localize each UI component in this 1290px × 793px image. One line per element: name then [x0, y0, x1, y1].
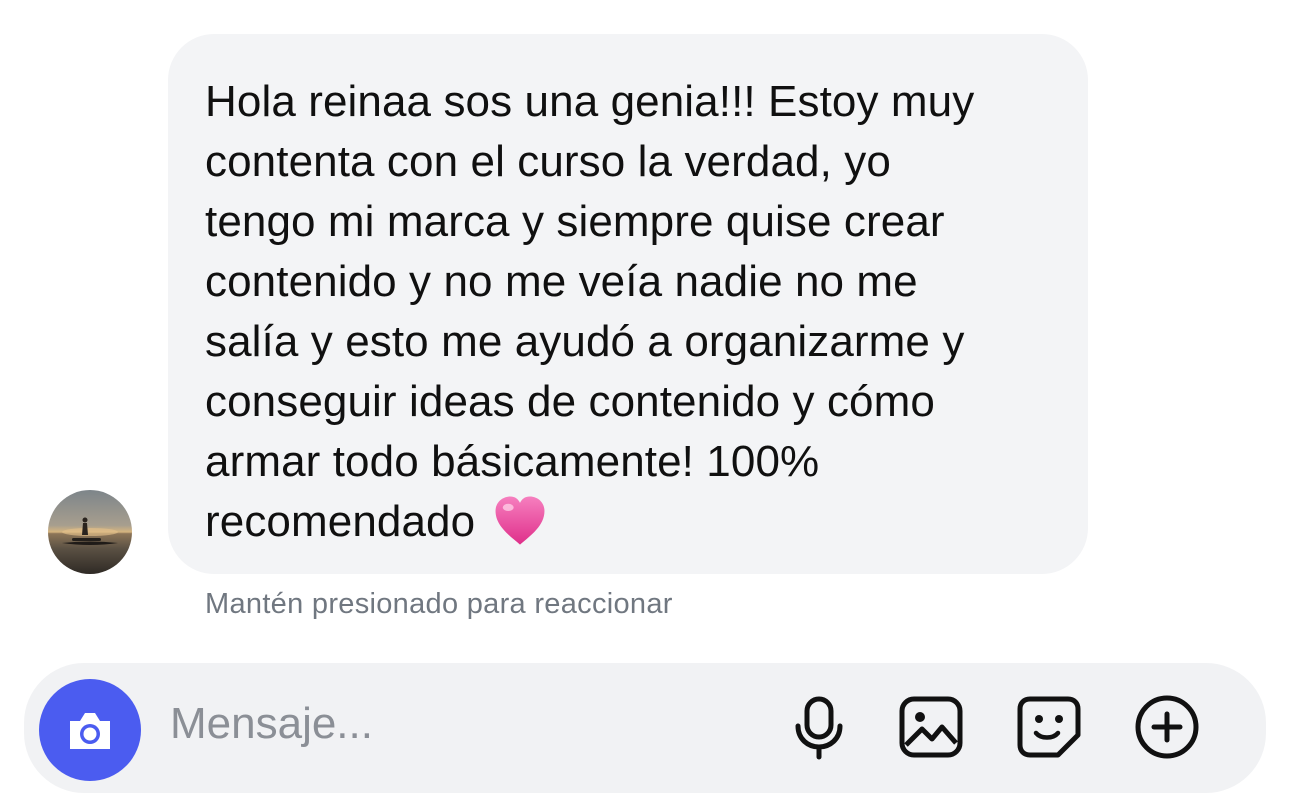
camera-button[interactable]	[39, 679, 141, 781]
message-text: Hola reinaa sos una genia!!! Estoy muy c…	[205, 72, 1058, 552]
pink-heart-emoji	[491, 492, 549, 550]
reaction-hint: Mantén presionado para reaccionar	[205, 588, 673, 620]
gallery-icon[interactable]	[896, 691, 966, 761]
camera-icon	[70, 713, 110, 749]
sender-avatar[interactable]	[48, 490, 132, 574]
message-composer	[24, 663, 1266, 793]
plus-icon[interactable]	[1132, 691, 1202, 761]
avatar-photo	[62, 517, 118, 545]
message-body: Hola reinaa sos una genia!!! Estoy muy c…	[205, 77, 975, 546]
microphone-icon[interactable]	[784, 691, 854, 761]
sticker-icon[interactable]	[1014, 691, 1084, 761]
message-input[interactable]	[170, 699, 770, 749]
message-bubble[interactable]: Hola reinaa sos una genia!!! Estoy muy c…	[168, 34, 1088, 574]
